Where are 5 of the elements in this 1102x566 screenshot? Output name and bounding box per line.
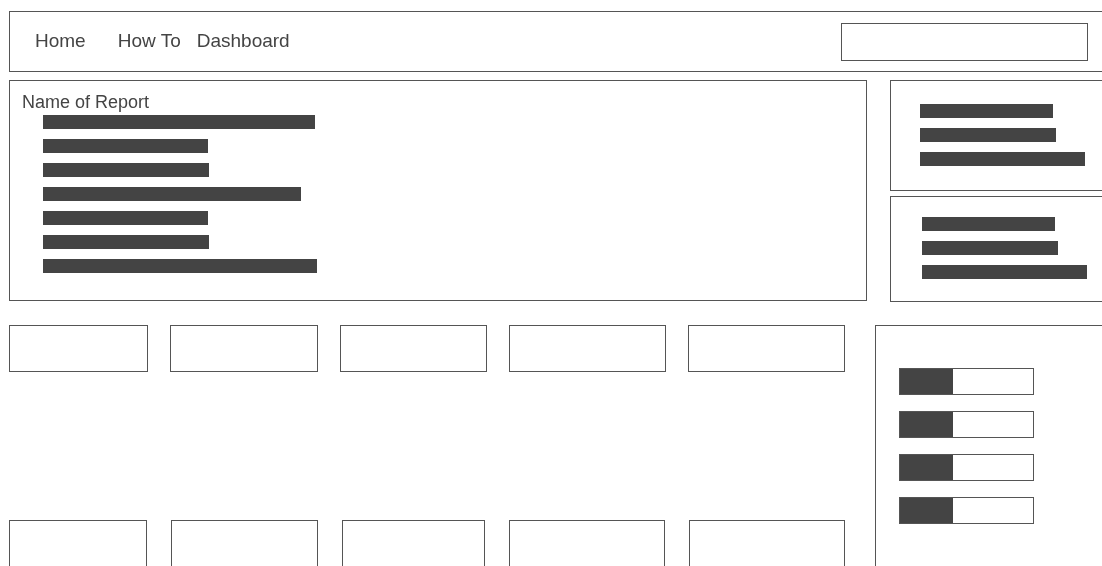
report-title: Name of Report: [22, 91, 151, 113]
nav-link[interactable]: Dashboard: [196, 27, 298, 56]
nav-link[interactable]: Home: [35, 27, 94, 56]
nav-link[interactable]: How To: [117, 27, 189, 56]
search-field[interactable]: [841, 22, 1088, 61]
